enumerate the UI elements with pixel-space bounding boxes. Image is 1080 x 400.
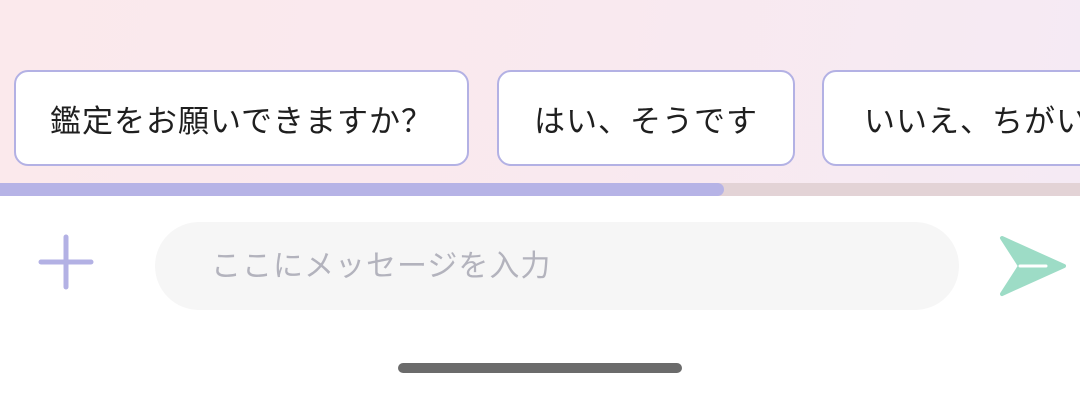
quick-reply-label: 鑑定をお願いできますか？ (49, 103, 434, 140)
quick-reply-row[interactable]: 鑑定をお願いできますか？ はい、そうです いいえ、ちがいます (0, 0, 1080, 196)
quick-reply-chip[interactable]: 鑑定をお願いできますか？ (14, 70, 469, 166)
message-composer (0, 196, 1080, 336)
home-indicator[interactable] (398, 363, 682, 373)
quick-reply-label: はい、そうです (534, 103, 758, 140)
quick-reply-label: いいえ、ちがいます (864, 103, 1080, 140)
chat-screen: 鑑定をお願いできますか？ はい、そうです いいえ、ちがいます (0, 0, 1080, 400)
quick-reply-chip[interactable]: はい、そうです (497, 70, 795, 166)
send-arrow-icon (1000, 236, 1066, 296)
plus-icon (38, 234, 94, 290)
message-input[interactable] (155, 222, 959, 310)
scrollbar-thumb[interactable] (0, 183, 724, 196)
add-attachment-button[interactable] (36, 232, 96, 292)
quick-reply-chip[interactable]: いいえ、ちがいます (822, 70, 1080, 166)
quick-reply-scrollbar[interactable] (0, 183, 1080, 196)
send-button[interactable] (998, 234, 1066, 298)
